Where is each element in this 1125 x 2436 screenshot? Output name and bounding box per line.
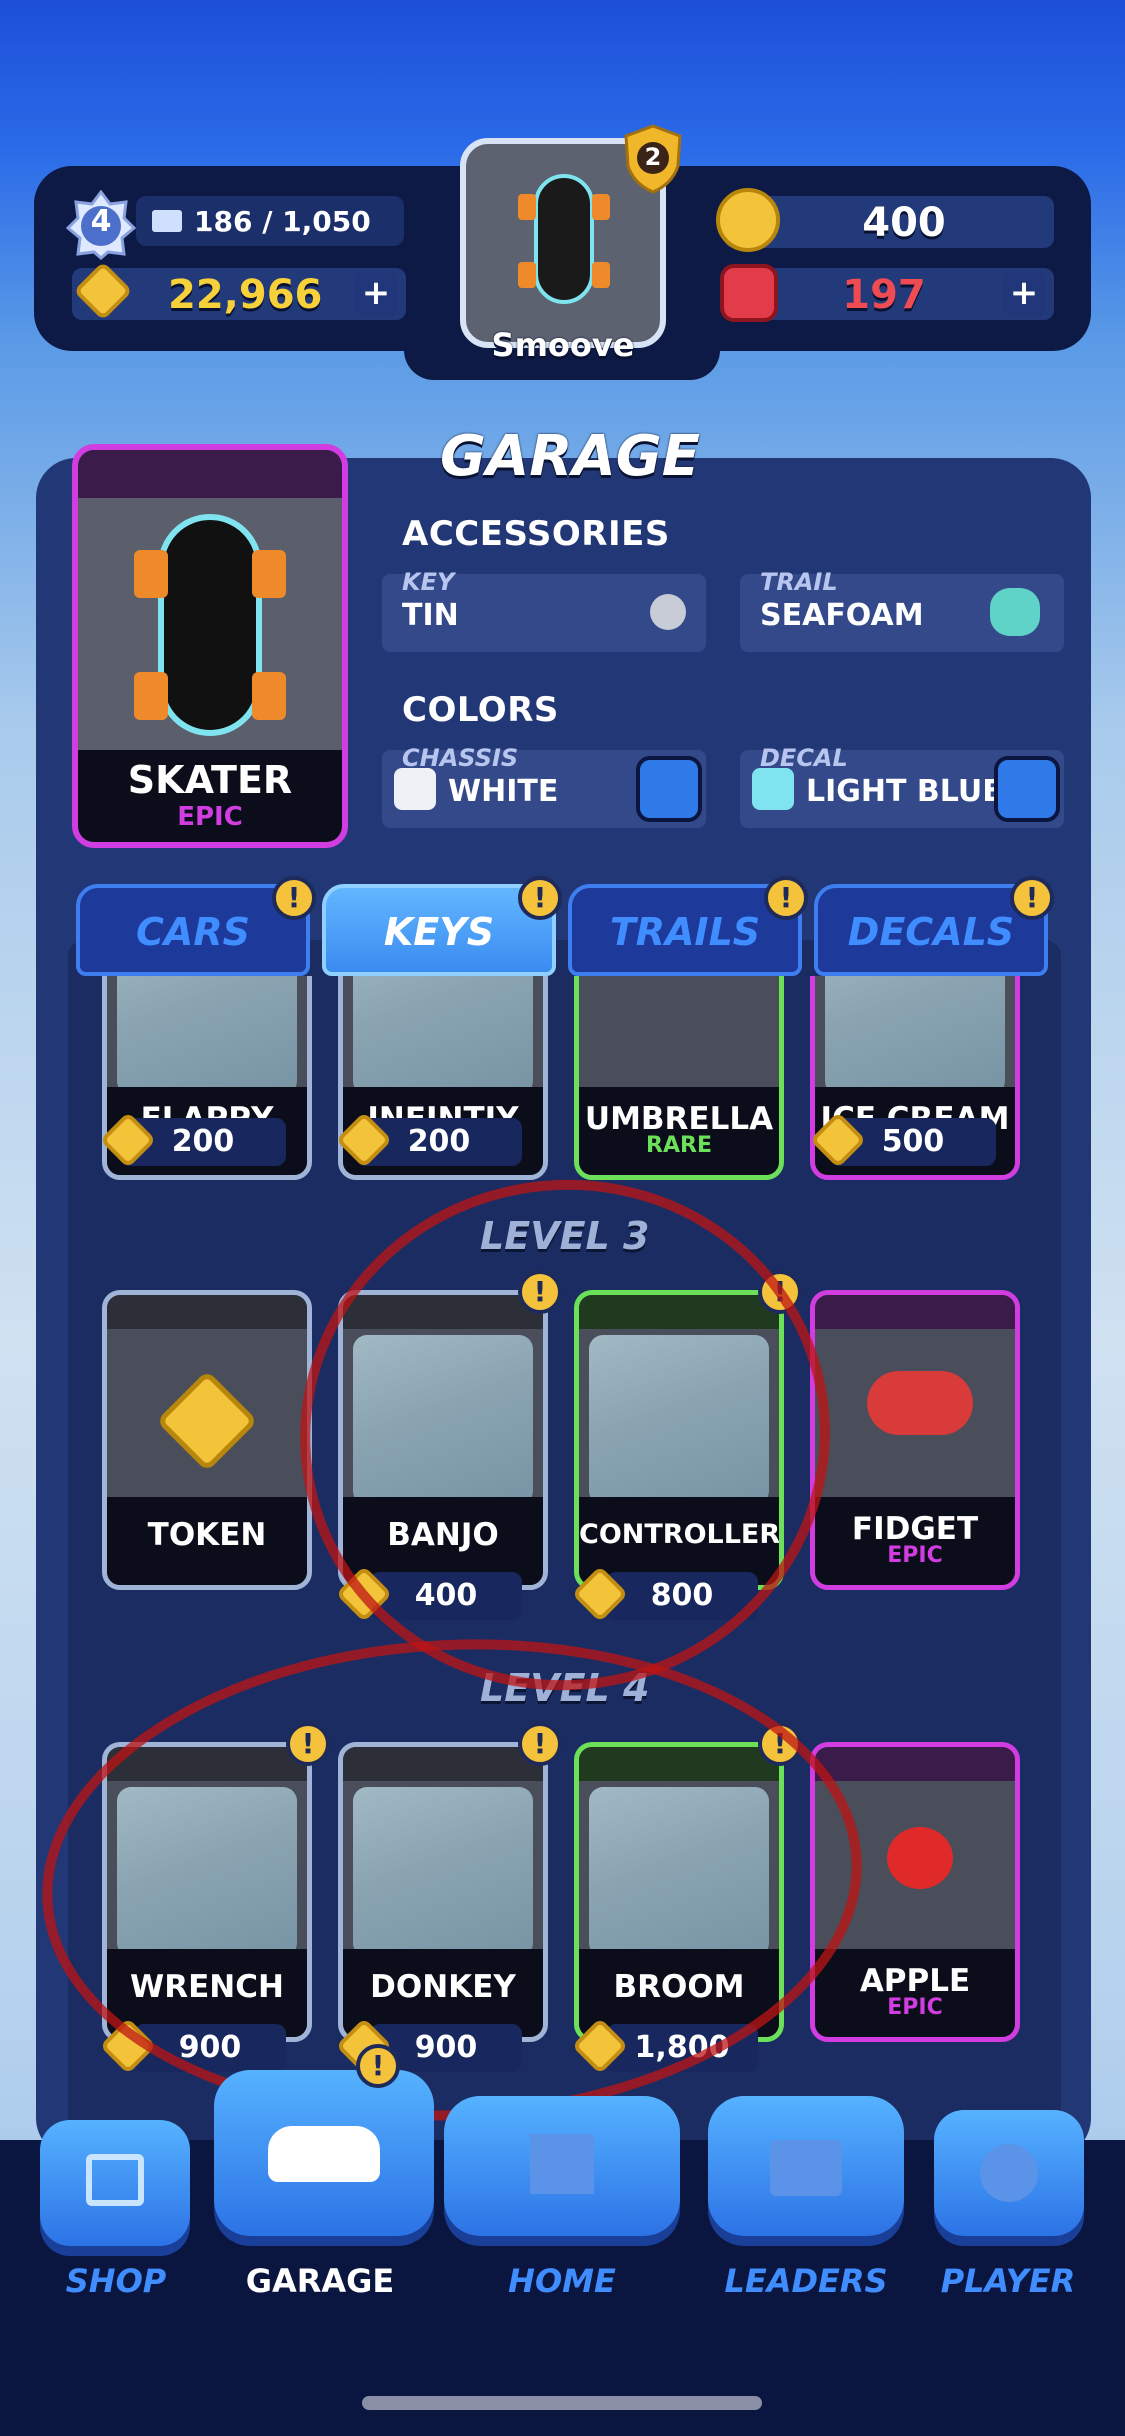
nav-garage-label: GARAGE <box>245 2262 395 2300</box>
xp-bar-icon <box>152 210 182 232</box>
colors-title: COLORS <box>402 690 559 730</box>
selected-car-name: SKATER <box>127 758 293 802</box>
gems-box: 197 + <box>720 264 1054 322</box>
card-header <box>78 450 342 498</box>
car-level-shield: 2 <box>622 124 684 194</box>
gems-value: 197 <box>842 272 926 318</box>
key-card-fidget[interactable]: FIDGET EPIC <box>810 1290 1020 1590</box>
nav-home-button[interactable] <box>444 2096 680 2236</box>
car-level-number: 2 <box>644 143 662 171</box>
nav-garage-button[interactable] <box>214 2070 434 2236</box>
nav-home-label: HOME <box>508 2262 616 2300</box>
card-name: FIDGET EPIC <box>815 1497 1015 1585</box>
car-wheel <box>592 194 610 220</box>
home-icon <box>530 2134 594 2194</box>
gold-value: 400 <box>862 200 946 246</box>
car-wheel <box>134 672 168 720</box>
selected-car-rarity: EPIC <box>177 802 243 832</box>
car-name: Smoove <box>491 326 635 364</box>
paint-bucket-icon[interactable] <box>636 756 702 822</box>
car-wheel <box>252 672 286 720</box>
trail-value: SEAFOAM <box>760 598 924 633</box>
coins-value: 22,966 <box>168 272 323 318</box>
car-wheel <box>518 194 536 220</box>
decal-value: LIGHT BLUE <box>806 774 1003 809</box>
decal-color-selector[interactable]: DECAL LIGHT BLUE <box>740 744 1064 828</box>
alert-badge: ! <box>764 876 808 920</box>
car-wheel <box>592 262 610 288</box>
car-wheel <box>252 550 286 598</box>
token-key-icon <box>156 1370 258 1472</box>
alert-badge: ! <box>272 876 316 920</box>
nav-leaders-button[interactable] <box>708 2096 904 2236</box>
gold-box: 400 <box>716 188 1054 252</box>
nav-shop-button[interactable] <box>40 2120 190 2246</box>
card-name-strip: SKATER EPIC <box>78 750 342 842</box>
accessories-title: ACCESSORIES <box>402 514 670 554</box>
card-rarity: EPIC <box>887 1543 943 1568</box>
trail-label: TRAIL <box>760 568 838 596</box>
key-card-umbrella[interactable]: UMBRELLA RARE <box>574 976 784 1180</box>
seafoam-trail-icon <box>990 588 1040 636</box>
card-header <box>815 1747 1015 1781</box>
card-name: UMBRELLA RARE <box>579 1087 779 1175</box>
card-name: TOKEN <box>107 1497 307 1585</box>
skateboard-icon <box>158 514 262 736</box>
add-gems-button[interactable]: + <box>1002 272 1046 316</box>
xp-text: 186 / 1,050 <box>194 205 371 238</box>
coins-box: 22,966 + <box>72 261 406 321</box>
xp-box: 186 / 1,050 <box>136 196 404 246</box>
glass-case <box>825 976 1005 1095</box>
gold-medal-icon <box>716 188 780 252</box>
nav-leaders-label: LEADERS <box>724 2262 888 2300</box>
card-rarity: EPIC <box>887 1995 943 2020</box>
trail-selector[interactable]: TRAIL SEAFOAM <box>740 568 1064 652</box>
light-blue-swatch <box>752 768 794 810</box>
alert-badge: ! <box>1010 876 1054 920</box>
car-icon <box>268 2126 380 2182</box>
add-coins-button[interactable]: + <box>354 272 398 316</box>
white-swatch <box>394 768 436 810</box>
key-value: TIN <box>402 598 459 633</box>
key-card-token[interactable]: TOKEN <box>102 1290 312 1590</box>
coin-gem-icon <box>73 261 133 321</box>
paint-bucket-icon[interactable] <box>994 756 1060 822</box>
card-header <box>815 1295 1015 1329</box>
car-wheel <box>518 262 536 288</box>
card-name: APPLE EPIC <box>815 1949 1015 2037</box>
red-gem-icon <box>720 264 778 322</box>
nav-player-label: PLAYER <box>940 2262 1076 2300</box>
alert-badge: ! <box>518 876 562 920</box>
podium-icon <box>770 2140 842 2196</box>
glass-case <box>353 976 533 1095</box>
players-icon <box>980 2144 1038 2202</box>
nav-player-button[interactable] <box>934 2110 1084 2236</box>
nav-shop-label: SHOP <box>65 2262 167 2300</box>
car-wheel <box>134 550 168 598</box>
glass-case <box>117 976 297 1095</box>
level-number: 4 <box>90 204 112 239</box>
page-title: GARAGE <box>440 424 700 489</box>
chassis-value: WHITE <box>448 774 559 809</box>
alert-badge: ! <box>356 2044 400 2088</box>
chassis-color-selector[interactable]: CHASSIS WHITE <box>382 744 706 828</box>
apple-icon <box>887 1827 953 1889</box>
selected-car-card[interactable]: SKATER EPIC <box>72 444 348 848</box>
card-header <box>107 1295 307 1329</box>
shop-icon <box>86 2154 144 2206</box>
level-badge: 4 <box>65 189 137 260</box>
wind-up-key-icon <box>650 594 686 630</box>
fidget-spinner-icon <box>867 1371 973 1435</box>
key-selector[interactable]: KEY TIN <box>382 568 706 652</box>
key-label: KEY <box>402 568 455 596</box>
car-icon <box>534 174 594 304</box>
home-indicator[interactable] <box>362 2396 762 2410</box>
